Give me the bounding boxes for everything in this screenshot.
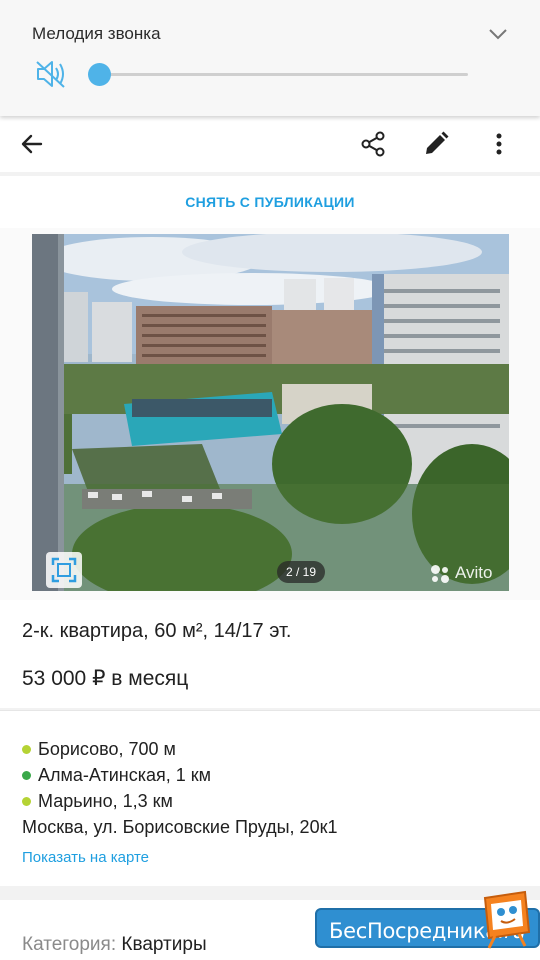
photo-gallery: 2 / 19 Avito <box>0 228 540 600</box>
metro-item: Алма-Атинская, 1 км <box>22 765 211 786</box>
metro-item: Борисово, 700 м <box>22 739 176 760</box>
back-arrow-icon[interactable] <box>12 124 52 164</box>
unpublish-button[interactable]: СНЯТЬ С ПУБЛИКАЦИИ <box>185 194 355 210</box>
chevron-down-icon[interactable] <box>486 24 510 44</box>
app-bar <box>0 116 540 172</box>
metro-name: Алма-Атинская, 1 км <box>38 765 212 785</box>
metro-line-dot <box>22 771 31 780</box>
bes-posrednika-badge: БесПосредника.ru <box>315 890 540 950</box>
mascot-icon <box>475 888 535 950</box>
volume-title: Мелодия звонка <box>32 24 161 43</box>
volume-panel: Мелодия звонка <box>0 0 540 116</box>
watermark-logo: Avito <box>429 562 493 584</box>
address: Москва, ул. Борисовские Пруды, 20к1 <box>22 817 338 837</box>
more-vert-icon[interactable] <box>479 124 519 164</box>
metro-name: Борисово, 700 м <box>38 739 176 759</box>
show-on-map-link[interactable]: Показать на карте <box>22 849 149 866</box>
photo-counter: 2 / 19 <box>277 561 325 583</box>
volume-slider-track[interactable] <box>92 73 468 76</box>
listing-title: 2-к. квартира, 60 м², 14/17 эт. <box>22 620 292 642</box>
fullscreen-frame-icon[interactable] <box>46 552 82 588</box>
avito-dots-icon <box>429 562 451 584</box>
listing-price: 53 000 ₽ в месяц <box>22 667 189 690</box>
metro-name: Марьино, 1,3 км <box>38 791 173 811</box>
share-icon[interactable] <box>353 124 393 164</box>
unpublish-bar: СНЯТЬ С ПУБЛИКАЦИИ <box>0 176 540 228</box>
edit-pencil-icon[interactable] <box>416 124 456 164</box>
category-row: Категория: Квартиры <box>22 934 207 956</box>
metro-line-dot <box>22 797 31 806</box>
speaker-muted-icon[interactable] <box>34 58 68 90</box>
location-block: Борисово, 700 м Алма-Атинская, 1 км Марь… <box>0 710 540 886</box>
metro-line-dot <box>22 745 31 754</box>
category-label: Категория: <box>22 934 117 955</box>
metro-item: Марьино, 1,3 км <box>22 791 173 812</box>
volume-slider-thumb[interactable] <box>88 63 112 86</box>
category-value: Квартиры <box>121 934 207 955</box>
listing-photo[interactable]: 2 / 19 Avito <box>32 234 509 591</box>
watermark-text: Avito <box>455 563 493 582</box>
listing-info: 2-к. квартира, 60 м², 14/17 эт. 53 000 ₽… <box>0 600 540 708</box>
